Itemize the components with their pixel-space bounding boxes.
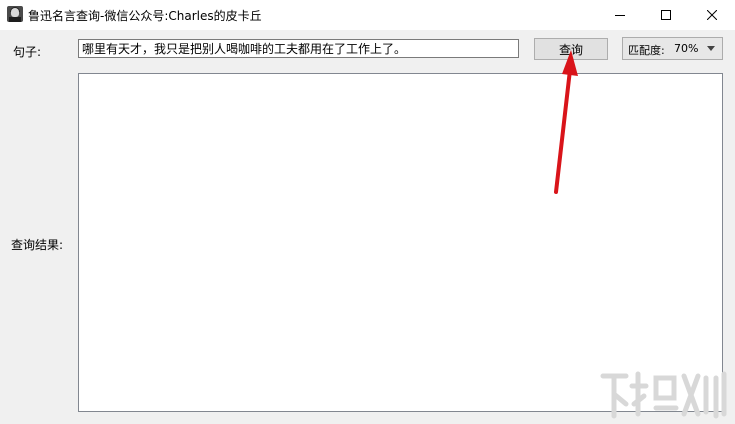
match-degree-value: 70% <box>674 42 699 55</box>
sentence-input[interactable] <box>78 39 519 58</box>
close-icon <box>707 10 717 20</box>
match-degree-select[interactable]: 匹配度: 70% <box>622 37 723 60</box>
maximize-icon <box>661 10 671 20</box>
minimize-icon <box>615 15 625 16</box>
chevron-down-icon <box>707 46 715 51</box>
close-button[interactable] <box>689 0 735 30</box>
match-degree-label: 匹配度: <box>628 44 665 57</box>
result-label: 查询结果: <box>11 238 64 252</box>
minimize-button[interactable] <box>597 0 643 30</box>
app-icon <box>7 6 23 22</box>
query-button[interactable]: 查询 <box>534 38 608 60</box>
title-bar: 鲁迅名言查询-微信公众号:Charles的皮卡丘 <box>0 0 735 30</box>
maximize-button[interactable] <box>643 0 689 30</box>
result-textarea[interactable] <box>78 73 723 412</box>
window-title: 鲁迅名言查询-微信公众号:Charles的皮卡丘 <box>28 9 262 23</box>
sentence-label: 句子: <box>13 45 42 59</box>
